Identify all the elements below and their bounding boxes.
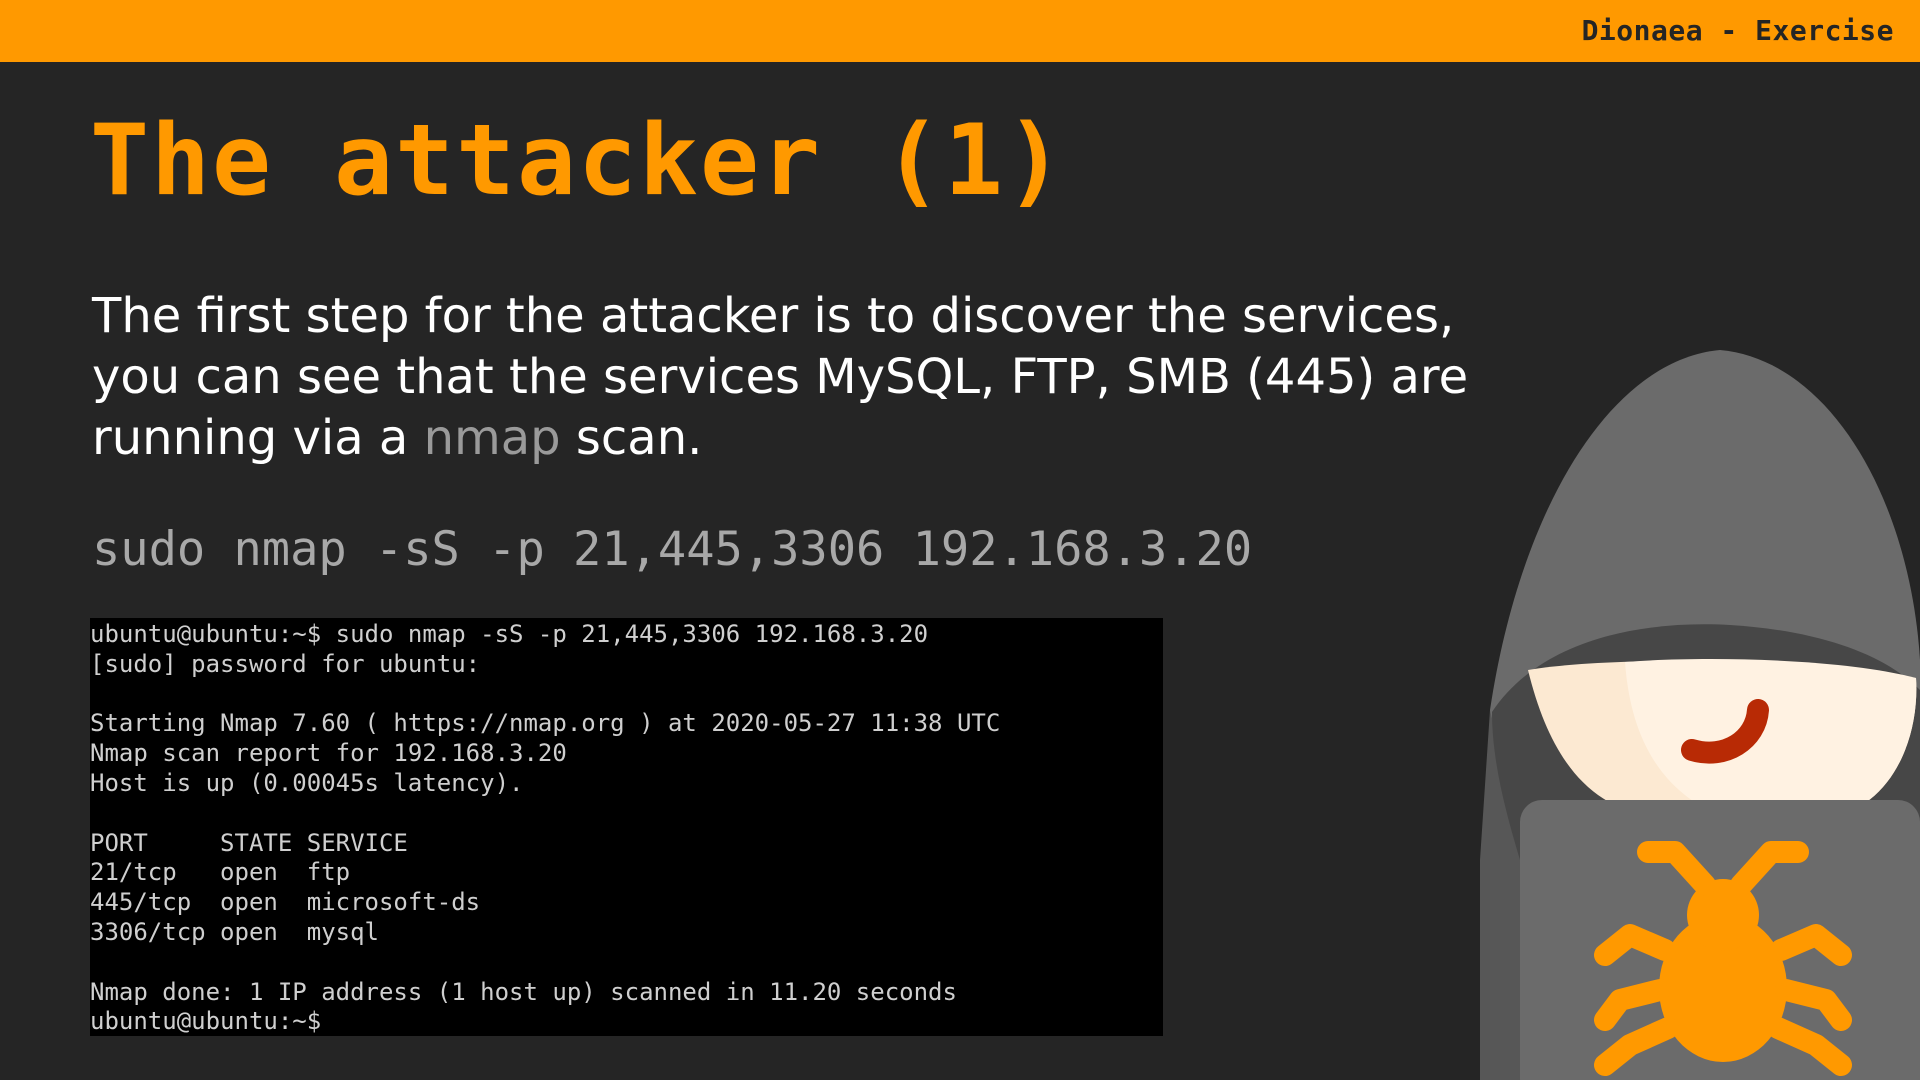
terminal-line: ubuntu@ubuntu:~$ sudo nmap -sS -p 21,445…	[90, 620, 929, 648]
inline-code-nmap: nmap	[423, 410, 561, 466]
description-paragraph: The first step for the attacker is to di…	[92, 286, 1512, 469]
terminal-line: [sudo] password for ubuntu:	[90, 649, 481, 678]
terminal-line: 3306/tcp open mysql	[90, 917, 379, 946]
terminal-line: 445/tcp open microsoft-ds	[90, 888, 481, 917]
terminal-screenshot: ubuntu@ubuntu:~$ sudo nmap -sS -p 21,445…	[90, 618, 1163, 1036]
hooded-hacker-with-bug-icon	[1480, 350, 1920, 1080]
terminal-line: 21/tcp open ftp	[90, 858, 351, 887]
terminal-line: Nmap done: 1 IP address (1 host up) scan…	[90, 977, 957, 1006]
terminal-line: Starting Nmap 7.60 ( https://nmap.org ) …	[90, 709, 1001, 738]
description-text-after: scan.	[560, 410, 703, 466]
command-line: sudo nmap -sS -p 21,445,3306 192.168.3.2…	[92, 522, 1253, 577]
header-label: Dionaea - Exercise	[1581, 14, 1894, 47]
terminal-line: Nmap scan report for 192.168.3.20	[90, 739, 567, 768]
terminal-line: PORT STATE SERVICE	[90, 828, 408, 857]
header-bar: Dionaea - Exercise	[0, 0, 1920, 62]
terminal-line: ubuntu@ubuntu:~$	[90, 1007, 322, 1036]
terminal-line: Host is up (0.00045s latency).	[90, 768, 524, 797]
description-text-before: The first step for the attacker is to di…	[92, 288, 1469, 466]
slide-title: The attacker (1)	[90, 104, 1067, 218]
